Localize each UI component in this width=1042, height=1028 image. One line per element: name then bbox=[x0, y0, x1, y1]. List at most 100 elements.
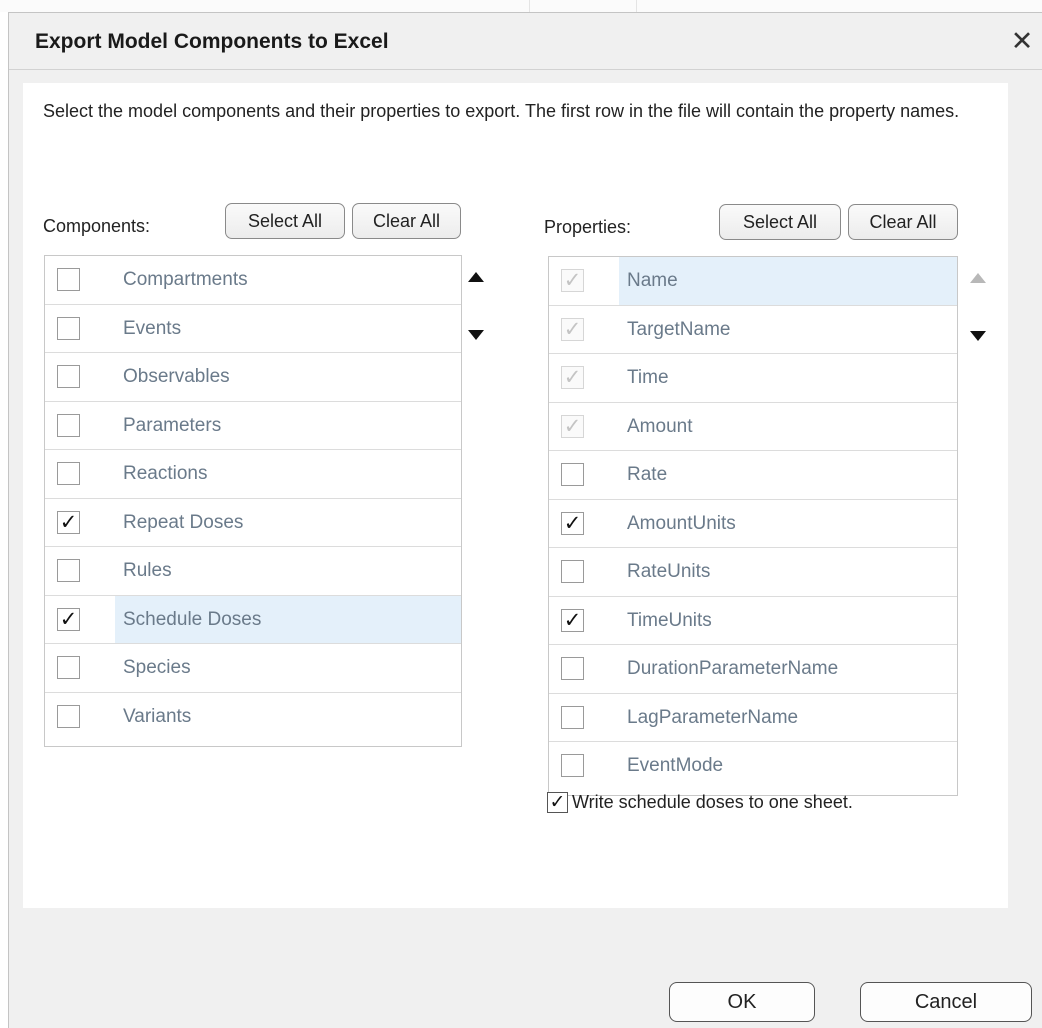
component-label: Repeat Doses bbox=[123, 511, 244, 533]
property-label: TargetName bbox=[627, 318, 731, 340]
checkbox-cell bbox=[549, 548, 619, 596]
components-move-down-icon[interactable] bbox=[468, 330, 484, 340]
checkbox-cell: ✓ bbox=[45, 596, 115, 644]
property-checkbox[interactable] bbox=[561, 463, 584, 486]
property-row[interactable]: DurationParameterName bbox=[549, 645, 957, 694]
checkbox-cell bbox=[45, 547, 115, 595]
component-label: Rules bbox=[123, 560, 172, 581]
properties-move-up-icon[interactable] bbox=[970, 273, 986, 283]
component-row[interactable]: Observables bbox=[45, 353, 461, 402]
component-label: Schedule Doses bbox=[115, 595, 461, 643]
component-row[interactable]: Rules bbox=[45, 547, 461, 596]
checkbox-cell bbox=[45, 305, 115, 353]
property-checkbox[interactable] bbox=[561, 657, 584, 680]
background-strip bbox=[0, 0, 1042, 12]
properties-select-all-button[interactable]: Select All bbox=[719, 204, 841, 240]
description-text: Select the model components and their pr… bbox=[43, 101, 960, 121]
ok-button[interactable]: OK bbox=[669, 982, 815, 1022]
components-select-all-button[interactable]: Select All bbox=[225, 203, 345, 239]
property-checkbox: ✓ bbox=[561, 269, 584, 292]
checkbox-cell: ✓ bbox=[45, 499, 115, 547]
property-row[interactable]: ✓ AmountUnits bbox=[549, 500, 957, 548]
separator bbox=[529, 0, 530, 12]
component-checkbox[interactable] bbox=[57, 365, 80, 388]
component-checkbox[interactable] bbox=[57, 316, 80, 340]
dialog-content: Select the model components and their pr… bbox=[23, 83, 1008, 908]
properties-label: Properties: bbox=[544, 217, 632, 237]
checkbox-cell: ✓ bbox=[549, 597, 619, 645]
component-row[interactable]: Compartments bbox=[45, 256, 461, 305]
component-label: Variants bbox=[123, 705, 192, 727]
property-checkbox[interactable]: ✓ bbox=[561, 511, 584, 535]
write-one-sheet-label: Write schedule doses to one sheet. bbox=[572, 792, 853, 812]
property-label: Rate bbox=[627, 464, 668, 485]
property-row[interactable]: EventMode bbox=[549, 742, 957, 791]
checkbox-cell bbox=[45, 644, 115, 692]
close-icon[interactable]: ✕ bbox=[1002, 21, 1042, 61]
component-label: Observables bbox=[123, 366, 230, 387]
component-row[interactable]: Parameters bbox=[45, 402, 461, 450]
property-row[interactable]: ✓ TargetName bbox=[549, 306, 957, 354]
checkbox-cell bbox=[45, 353, 115, 401]
property-checkbox[interactable] bbox=[561, 705, 584, 729]
checkbox-cell bbox=[45, 402, 115, 450]
property-row[interactable]: ✓ Name bbox=[549, 257, 957, 306]
property-label: DurationParameterName bbox=[627, 658, 839, 679]
property-label: Amount bbox=[627, 415, 693, 437]
property-label: AmountUnits bbox=[627, 512, 736, 534]
checkbox-cell bbox=[45, 450, 115, 498]
component-label: Species bbox=[123, 657, 191, 678]
component-row[interactable]: Events bbox=[45, 305, 461, 353]
component-row[interactable]: ✓ Schedule Doses bbox=[45, 595, 461, 644]
export-dialog: Export Model Components to Excel ✕ Selec… bbox=[8, 12, 1042, 1028]
property-row[interactable]: RateUnits bbox=[549, 548, 957, 597]
component-checkbox[interactable] bbox=[57, 559, 80, 582]
cancel-button[interactable]: Cancel bbox=[860, 982, 1032, 1022]
component-label: Compartments bbox=[123, 269, 248, 290]
property-row[interactable]: ✓ Amount bbox=[549, 403, 957, 451]
property-checkbox[interactable] bbox=[561, 560, 584, 583]
title-bar: Export Model Components to Excel ✕ bbox=[9, 13, 1042, 70]
property-checkbox: ✓ bbox=[561, 317, 584, 341]
property-checkbox[interactable] bbox=[561, 754, 584, 777]
checkbox-cell bbox=[549, 742, 619, 791]
write-one-sheet-checkbox[interactable]: ✓ bbox=[547, 792, 568, 813]
component-row[interactable]: Species bbox=[45, 644, 461, 693]
component-checkbox[interactable] bbox=[57, 413, 80, 437]
component-checkbox[interactable] bbox=[57, 268, 80, 291]
property-label: RateUnits bbox=[627, 561, 711, 582]
component-checkbox[interactable]: ✓ bbox=[57, 607, 80, 631]
component-label: Events bbox=[123, 317, 182, 339]
dialog-title: Export Model Components to Excel bbox=[35, 30, 389, 53]
checkbox-cell bbox=[549, 451, 619, 499]
component-checkbox[interactable] bbox=[57, 462, 80, 485]
component-row[interactable]: Variants bbox=[45, 693, 461, 742]
checkbox-cell: ✓ bbox=[549, 403, 619, 451]
components-clear-all-button[interactable]: Clear All bbox=[352, 203, 461, 239]
checkbox-cell: ✓ bbox=[549, 306, 619, 354]
property-label: Name bbox=[619, 257, 957, 305]
checkbox-cell bbox=[45, 693, 115, 742]
components-move-up-icon[interactable] bbox=[468, 272, 484, 282]
component-checkbox[interactable] bbox=[57, 704, 80, 728]
property-row[interactable]: LagParameterName bbox=[549, 694, 957, 742]
property-checkbox: ✓ bbox=[561, 366, 584, 389]
property-label: LagParameterName bbox=[627, 706, 799, 728]
component-checkbox[interactable] bbox=[57, 656, 80, 679]
properties-list: ✓ Name ✓ TargetName ✓ Time ✓ Amount Rate ✓ AmountU… bbox=[548, 256, 958, 796]
component-checkbox[interactable]: ✓ bbox=[57, 510, 80, 534]
component-label: Parameters bbox=[123, 414, 222, 436]
properties-clear-all-button[interactable]: Clear All bbox=[848, 204, 958, 240]
property-label: Time bbox=[627, 367, 669, 388]
properties-move-down-icon[interactable] bbox=[970, 331, 986, 341]
property-label: TimeUnits bbox=[627, 609, 712, 631]
component-row[interactable]: ✓ Repeat Doses bbox=[45, 499, 461, 547]
property-row[interactable]: ✓ Time bbox=[549, 354, 957, 403]
separator bbox=[636, 0, 637, 12]
component-label: Reactions bbox=[123, 463, 208, 484]
component-row[interactable]: Reactions bbox=[45, 450, 461, 499]
checkbox-cell bbox=[549, 694, 619, 742]
property-row[interactable]: Rate bbox=[549, 451, 957, 500]
property-row[interactable]: ✓ TimeUnits bbox=[549, 597, 957, 645]
property-checkbox[interactable]: ✓ bbox=[561, 608, 584, 632]
